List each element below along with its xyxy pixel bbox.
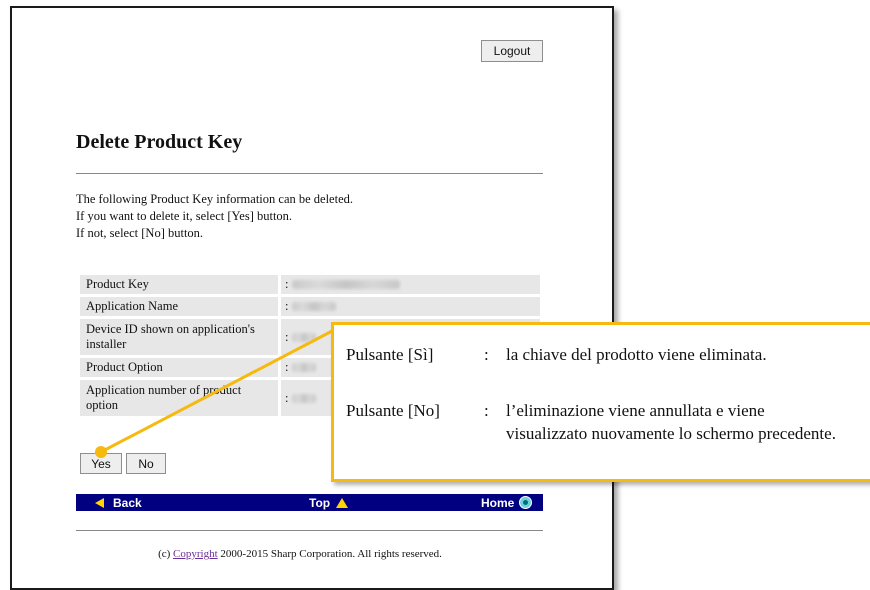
info-value-colon: : (285, 299, 289, 313)
no-button[interactable]: No (126, 453, 166, 474)
intro-line: If not, select [No] button. (76, 226, 204, 240)
nav-top-link[interactable]: Top (309, 494, 349, 511)
logout-button[interactable]: Logout (481, 40, 543, 62)
nav-back-link[interactable]: Back (95, 494, 142, 511)
redacted-value (292, 302, 337, 311)
page-title: Delete Product Key (76, 131, 243, 153)
redacted-value (292, 332, 317, 342)
nav-home-link[interactable]: Home (481, 494, 533, 511)
info-value: : (281, 275, 540, 294)
info-label: Application Name (80, 297, 278, 316)
redacted-value (292, 393, 317, 403)
info-value: : (281, 297, 540, 316)
copyright-suffix: 2000-2015 Sharp Corporation. All rights … (217, 548, 442, 560)
info-row-application-name: Application Name : (80, 297, 540, 316)
top-arrow-icon (336, 497, 349, 508)
callout-separator: : (484, 401, 489, 420)
callout-separator: : (484, 345, 489, 364)
info-label: Product Key (80, 275, 278, 294)
title-divider (76, 173, 543, 174)
info-value-colon: : (285, 390, 289, 405)
copyright-footer: (c) Copyright 2000-2015 Sharp Corporatio… (0, 548, 600, 560)
navigation-bar: Back Top Home (76, 494, 543, 511)
info-value-colon: : (285, 277, 289, 291)
copyright-link[interactable]: Copyright (173, 548, 218, 560)
callout-yes-label: Pulsante [Sì] (346, 345, 434, 364)
nav-back-label: Back (113, 495, 142, 510)
nav-home-label: Home (481, 495, 515, 510)
nav-top-label: Top (309, 495, 331, 510)
info-value-colon: : (285, 360, 289, 374)
home-icon (519, 496, 533, 509)
explanation-callout: Pulsante [Sì] : la chiave del prodotto v… (331, 322, 870, 482)
back-arrow-icon (95, 497, 104, 508)
callout-no-row: Pulsante [No] : l’eliminazione viene ann… (346, 399, 836, 445)
callout-yes-row: Pulsante [Sì] : la chiave del prodotto v… (346, 343, 836, 366)
info-label: Device ID shown on application's install… (80, 319, 278, 355)
info-row-product-key: Product Key : (80, 275, 540, 294)
intro-line: The following Product Key information ca… (76, 192, 354, 206)
intro-text: The following Product Key information ca… (76, 191, 353, 242)
info-label: Product Option (80, 358, 278, 377)
info-label: Application number of product option (80, 380, 278, 416)
redacted-value (292, 363, 317, 372)
info-value-colon: : (285, 329, 289, 344)
copyright-prefix: (c) (158, 548, 174, 560)
callout-no-text: l’eliminazione viene annullata e viene v… (506, 401, 836, 443)
callout-no-label: Pulsante [No] (346, 401, 440, 420)
callout-yes-text: la chiave del prodotto viene eliminata. (506, 345, 767, 364)
intro-line: If you want to delete it, select [Yes] b… (76, 209, 293, 223)
footer-divider (76, 530, 543, 531)
yes-button[interactable]: Yes (80, 453, 122, 474)
redacted-value (292, 280, 401, 289)
